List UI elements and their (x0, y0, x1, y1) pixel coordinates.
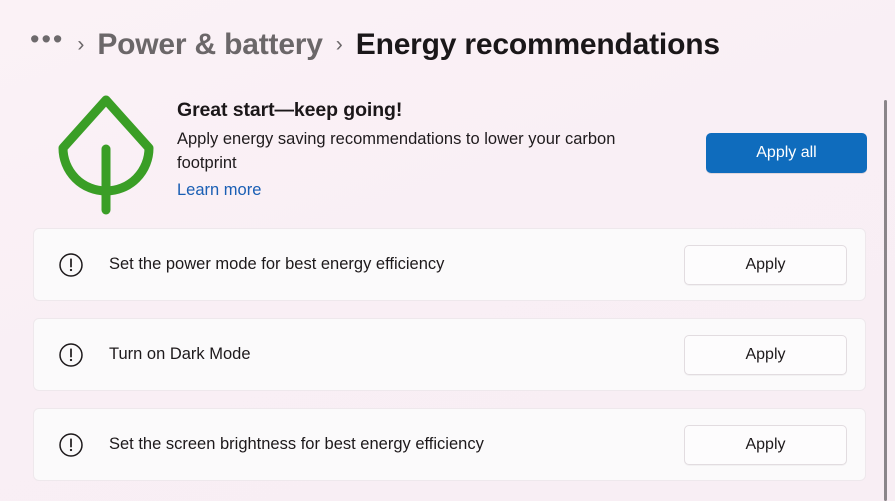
recommendation-card: Set the power mode for best energy effic… (33, 228, 866, 301)
apply-button[interactable]: Apply (684, 244, 847, 285)
apply-all-button[interactable]: Apply all (706, 133, 867, 173)
exclamation-circle-icon (58, 252, 84, 278)
breadcrumb-separator-icon: › (77, 32, 85, 56)
scrollbar-thumb[interactable] (884, 100, 887, 501)
energy-recommendations-page: ••• › Power & battery › Energy recommend… (0, 0, 895, 501)
breadcrumb: ••• › Power & battery › Energy recommend… (30, 22, 720, 68)
breadcrumb-overflow-button[interactable]: ••• (30, 26, 64, 60)
recommendations-list: Set the power mode for best energy effic… (33, 228, 866, 498)
learn-more-link[interactable]: Learn more (177, 181, 261, 201)
apply-button[interactable]: Apply (684, 334, 847, 375)
breadcrumb-separator-icon-2: › (335, 32, 343, 56)
leaf-icon (47, 90, 165, 216)
exclamation-circle-icon (58, 342, 84, 368)
exclamation-circle-icon (58, 432, 84, 458)
vertical-scrollbar[interactable] (879, 0, 893, 501)
breadcrumb-item-power-and-battery[interactable]: Power & battery (97, 30, 323, 60)
page-title: Energy recommendations (355, 28, 720, 61)
recommendation-label: Set the screen brightness for best energ… (109, 434, 484, 453)
hero-banner: Great start—keep going! Apply energy sav… (33, 88, 867, 218)
hero-description: Apply energy saving recommendations to l… (177, 130, 616, 172)
recommendation-card: Set the screen brightness for best energ… (33, 408, 866, 481)
hero-title: Great start—keep going! (177, 99, 403, 121)
hero-text-block: Great start—keep going! Apply energy sav… (177, 99, 697, 201)
recommendation-label: Set the power mode for best energy effic… (109, 254, 445, 273)
recommendation-card: Turn on Dark Mode Apply (33, 318, 866, 391)
apply-button[interactable]: Apply (684, 424, 847, 465)
recommendation-label: Turn on Dark Mode (109, 344, 251, 363)
